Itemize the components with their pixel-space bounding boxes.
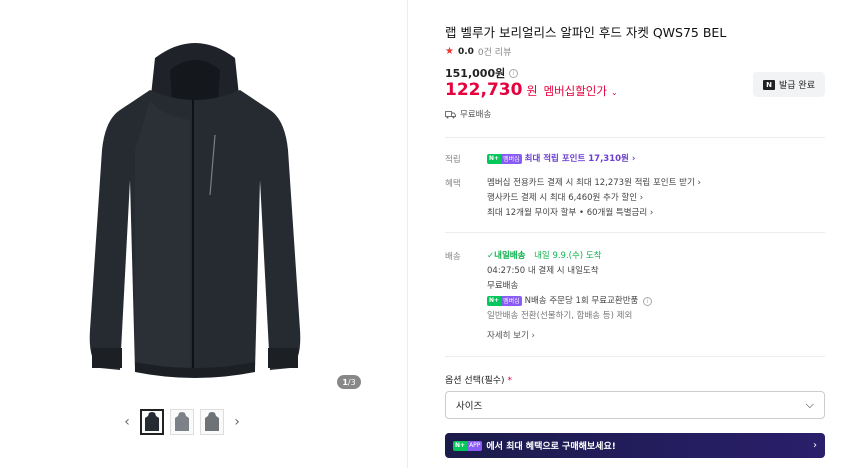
info-icon[interactable]: i [643,297,653,306]
app-promo-banner[interactable]: N+ APP 에서 최대 혜택으로 구매해보세요! › [445,433,825,458]
n-delivery-exchange: N배송 주문당 1회 무료교환반품 [524,296,639,306]
product-main-image[interactable] [60,30,330,390]
app-badge: N+ APP [453,440,483,451]
original-price-value: 151,000원 [445,67,506,80]
product-info-panel: 랩 벨루가 보리얼리스 알파인 후드 자켓 QWS75 BEL ★ 0.0 0건… [445,0,825,468]
membership-badge-text: 멤버십 [501,295,522,306]
review-count: 0건 리뷰 [477,48,512,58]
free-shipping: 무료배송 [445,108,491,120]
jacket-thumb-icon [175,412,189,431]
membership-badge: N+ 멤버십 [487,153,522,164]
perk-item[interactable]: 최대 12개월 무이자 할부 • 60개월 특별금리 › [487,206,653,218]
option-label: 옵션 선택(필수) * [445,373,512,386]
naver-n-icon: N [763,79,775,90]
app-badge-text: APP [467,440,483,451]
tomorrow-delivery-row: ✓내일배송 내일 9.9.(수) 도착 [487,249,601,261]
product-gallery: 1/3 ‹ › [0,0,408,468]
size-select-value: 사이즈 [456,401,483,412]
image-page-indicator: 1/3 [337,375,361,389]
n-delivery-row: N+ 멤버십 N배송 주문당 1회 무료교환반품 i [487,294,653,306]
points-row[interactable]: N+ 멤버십 최대 적립 포인트 17,310원 › [487,152,635,164]
tomorrow-delivery-date: 내일 9.9.(수) 도착 [534,251,602,261]
max-points-link[interactable]: 최대 적립 포인트 17,310원 › [525,154,636,164]
info-icon[interactable]: i [509,68,519,78]
required-mark: * [507,376,512,386]
perks-label: 혜택 [445,179,461,189]
thumbnail-3[interactable] [200,409,224,435]
divider [445,356,825,357]
chevron-left-icon[interactable]: ‹ [120,408,134,436]
product-title: 랩 벨루가 보리얼리스 알파인 후드 자켓 QWS75 BEL [445,25,727,40]
membership-badge-text: 멤버십 [501,153,522,164]
delivery-deadline: 04:27:50 내 결제 시 내일도착 [487,266,599,276]
delivery-label: 배송 [445,252,461,262]
chevron-down-icon[interactable]: ⌄ [611,88,618,97]
perk-item[interactable]: 멤버십 전용카드 결제 시 최대 12,273원 적립 포인트 받기 › [487,176,701,188]
thumbnail-strip: ‹ › [120,408,244,436]
page-total: 3 [350,377,356,387]
size-select[interactable]: 사이즈 ⌵ [445,391,825,419]
naver-plus-badge: N+ [487,295,502,306]
tomorrow-delivery-badge: ✓내일배송 [487,251,526,261]
points-label: 적립 [445,155,461,165]
jacket-image [89,43,301,378]
option-label-text: 옵션 선택 [445,376,481,386]
thumbnail-2[interactable] [170,409,194,435]
app-banner-text: 에서 최대 혜택으로 구매해보세요! [486,442,616,452]
rating-row[interactable]: ★ 0.0 0건 리뷰 [445,45,511,58]
original-price: 151,000원 i [445,65,519,81]
divider [445,232,825,233]
membership-badge: N+ 멤버십 [487,295,522,306]
chevron-right-icon[interactable]: › [230,408,244,436]
free-shipping-label: 무료배송 [460,110,492,120]
chevron-right-icon: › [813,440,817,451]
coupon-button-label: 발급 완료 [779,81,815,91]
sale-price: 122,730 원 멤버십할인가 ⌄ [445,80,618,100]
rating-score: 0.0 [457,46,474,57]
membership-discount-label[interactable]: 멤버십할인가 [543,83,606,99]
thumbnail-1[interactable] [140,409,164,435]
divider [445,137,825,138]
delivery-fee: 무료배송 [487,281,519,291]
jacket-thumb-icon [205,412,219,431]
normal-delivery-note: 일반배송 전환(선물하기, 합배송 등) 제외 [487,311,633,321]
sale-price-currency: 원 [526,84,538,98]
sale-price-value: 122,730 [445,80,523,100]
jacket-thumb-icon [145,412,159,431]
star-icon: ★ [445,46,454,57]
coupon-issued-button[interactable]: N 발급 완료 [753,72,825,97]
perk-item[interactable]: 행사카드 결제 시 최대 6,460원 추가 할인 › [487,191,643,203]
chevron-down-icon: ⌵ [805,398,814,411]
naver-plus-badge: N+ [487,153,502,164]
delivery-more-link[interactable]: 자세히 보기 › [487,329,535,341]
truck-icon [445,110,456,118]
option-required: (필수) [480,376,505,386]
naver-plus-badge: N+ [453,440,468,451]
